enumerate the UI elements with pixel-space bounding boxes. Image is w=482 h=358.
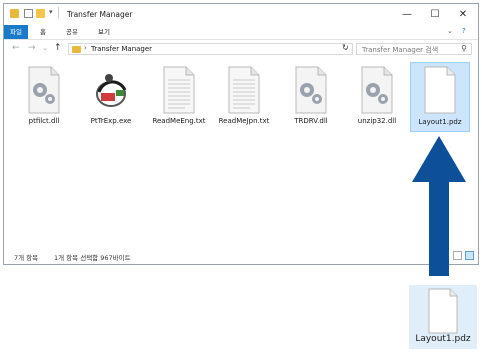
file-name: ReadMeEng.txt [152, 117, 206, 125]
tab-view[interactable]: 보기 [92, 25, 116, 39]
search-icon: ⚲ [461, 44, 467, 53]
maximize-button[interactable]: ☐ [422, 7, 448, 22]
text-doc-icon [228, 66, 260, 114]
file-callout: Layout1.pdz [409, 285, 477, 349]
close-button[interactable]: ✕ [450, 7, 476, 22]
ribbon-expand-icon[interactable]: ⌄ [447, 27, 453, 35]
folder-icon [72, 46, 81, 53]
back-icon[interactable]: ← [12, 43, 20, 53]
help-icon[interactable]: ? [462, 27, 466, 35]
properties-icon[interactable] [24, 9, 33, 18]
explorer-window: ▾ Transfer Manager — ☐ ✕ 파일 홈 공유 보기 ⌄ ? … [3, 3, 479, 265]
list-item[interactable]: PtTrExp.exe [81, 62, 141, 132]
breadcrumb[interactable]: Transfer Manager [91, 45, 152, 53]
list-item-selected[interactable]: Layout1.pdz [410, 62, 470, 132]
recent-locations-icon[interactable]: ⌄ [42, 44, 48, 52]
dll-gear-icon [361, 66, 393, 114]
file-name: ReadMeJpn.txt [218, 117, 270, 125]
blank-doc-icon [428, 288, 458, 334]
list-item[interactable]: unzip32.dll [347, 62, 407, 132]
address-box[interactable]: › Transfer Manager ⌄ [68, 43, 353, 55]
up-icon[interactable]: ↑ [54, 43, 62, 53]
ribbon-tabs: 파일 홈 공유 보기 ⌄ ? [4, 25, 478, 40]
item-count: 7개 항목 [14, 254, 39, 262]
folder-icon [10, 9, 19, 18]
blank-doc-icon [424, 66, 456, 114]
callout-label: Layout1.pdz [415, 334, 471, 344]
title-divider [58, 7, 59, 19]
search-placeholder: Transfer Manager 검색 [362, 46, 439, 54]
forward-icon[interactable]: → [28, 43, 36, 53]
file-name: Layout1.pdz [418, 118, 462, 126]
window-title: Transfer Manager [67, 10, 133, 19]
dll-gear-icon [295, 66, 327, 114]
file-name: unzip32.dll [357, 117, 397, 125]
text-doc-icon [163, 66, 195, 114]
large-icons-view-icon[interactable] [465, 251, 474, 260]
search-input[interactable]: Transfer Manager 검색 ⚲ [356, 43, 472, 55]
tab-file[interactable]: 파일 [4, 25, 28, 39]
status-bar: 7개 항목 1개 항목 선택함 967바이트 [4, 248, 478, 264]
list-item[interactable]: ReadMeJpn.txt [214, 62, 274, 132]
file-list: ptfilct.dll PtTrExp.exe ReadMeEng.txt Re… [4, 60, 478, 220]
up-arrow-icon [412, 136, 466, 276]
list-item[interactable]: ReadMeEng.txt [149, 62, 209, 132]
selection-info: 1개 항목 선택함 967바이트 [54, 254, 131, 262]
refresh-icon[interactable]: ↻ [342, 43, 349, 52]
tab-share[interactable]: 공유 [60, 25, 84, 39]
title-bar: ▾ Transfer Manager — ☐ ✕ [4, 4, 478, 25]
tab-home[interactable]: 홈 [34, 25, 52, 39]
exe-app-icon [96, 74, 127, 107]
file-name: TRDRV.dll [294, 117, 328, 125]
minimize-button[interactable]: — [394, 7, 420, 22]
file-name: PtTrExp.exe [90, 117, 132, 125]
list-item[interactable]: ptfilct.dll [14, 62, 74, 132]
address-bar-row: ← → ⌄ ↑ › Transfer Manager ⌄ ↻ Transfer … [4, 40, 478, 58]
list-item[interactable]: TRDRV.dll [281, 62, 341, 132]
dll-gear-icon [28, 66, 60, 114]
file-name: ptfilct.dll [28, 117, 60, 125]
chevron-right-icon[interactable]: › [84, 44, 87, 52]
new-folder-icon[interactable] [36, 9, 45, 18]
quick-access-dropdown-icon[interactable]: ▾ [49, 8, 53, 16]
